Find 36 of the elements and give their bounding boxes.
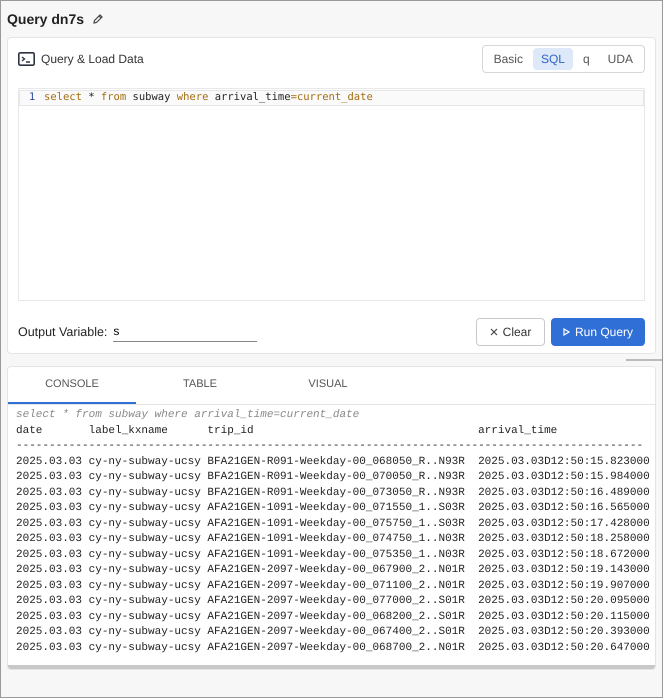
console-line: date label_kxname trip_id arrival_time: [16, 424, 558, 438]
console-line: 2025.03.03 cy-ny-subway-ucsy AFA21GEN-2097-Weekday-00_068700_2..N01R 2025.03.03D12:50:20.647000: [16, 640, 650, 656]
output-variable-input[interactable]: s: [113, 322, 258, 342]
clear-button[interactable]: Clear: [476, 318, 545, 346]
code-line: select * from subway where arrival_time=current_date: [44, 90, 373, 106]
console-line: 2025.03.03 cy-ny-subway-ucsy AFA21GEN-1091-Weekday-00_075750_1..S03R 2025.03.03D12:50:17.428000: [16, 516, 650, 532]
mode-tab[interactable]: Basic: [486, 48, 531, 70]
output-variable-label: Output Variable:: [18, 324, 108, 342]
console-line: 2025.03.03 cy-ny-subway-ucsy AFA21GEN-2097-Weekday-00_067900_2..N01R 2025.03.03D12:50:19.143000: [16, 563, 650, 578]
console-line: 2025.03.03 cy-ny-subway-ucsy AFA21GEN-2097-Weekday-00_077000_2..S01R 2025.03.03D12:50:20.095000: [16, 594, 650, 609]
console-line: 2025.03.03 cy-ny-subway-ucsy AFA21GEN-1091-Weekday-00_074750_1..N03R 2025.03.03D12:50:18.258000: [16, 532, 650, 547]
terminal-icon: [18, 52, 35, 66]
console-line: 2025.03.03 cy-ny-subway-ucsy AFA21GEN-2097-Weekday-00_071100_2..N01R 2025.03.03D12:50:19.907000: [16, 578, 650, 594]
panel-title: Query & Load Data: [41, 51, 144, 68]
console-line: 2025.03.03 cy-ny-subway-ucsy BFA21GEN-R091-Weekday-00_070050_R..N93R 2025.03.03D12:50:15.984000: [16, 470, 650, 485]
query-title: Query dn7s: [7, 10, 84, 29]
run-query-button[interactable]: Run Query: [551, 318, 645, 346]
mode-tab[interactable]: q: [574, 48, 598, 70]
results-tab[interactable]: CONSOLE: [8, 367, 136, 404]
code-editor[interactable]: 1 select * from subway where arrival_time=current_date: [18, 88, 645, 301]
console-line: 2025.03.03 cy-ny-subway-ucsy BFA21GEN-R091-Weekday-00_068050_R..N93R 2025.03.03D12:50:15.823000: [16, 454, 650, 470]
mode-tab[interactable]: UDA: [600, 48, 641, 70]
pencil-icon[interactable]: [92, 13, 104, 25]
mode-tab[interactable]: SQL: [532, 48, 573, 70]
console-line: 2025.03.03 cy-ny-subway-ucsy AFA21GEN-1091-Weekday-00_075350_1..N03R 2025.03.03D12:50:18.672000: [16, 548, 650, 562]
console-line: 2025.03.03 cy-ny-subway-ucsy AFA21GEN-2097-Weekday-00_067400_2..S01R 2025.03.03D12:50:20.393000: [16, 625, 650, 640]
line-number: 1: [28, 90, 36, 106]
console-echo: select * from subway where arrival_time=current_date: [16, 408, 360, 423]
console-line: 2025.03.03 cy-ny-subway-ucsy BFA21GEN-R091-Weekday-00_073050_R..N93R 2025.03.03D12:50:16.489000: [16, 486, 650, 500]
console-line: 2025.03.03 cy-ny-subway-ucsy AFA21GEN-1091-Weekday-00_071550_1..S03R 2025.03.03D12:50:16.565000: [16, 501, 650, 516]
results-tab[interactable]: VISUAL: [264, 367, 392, 404]
results-tab[interactable]: TABLE: [136, 367, 264, 404]
console-line: -----------------------------------------------------------------------------------------------: [16, 439, 644, 454]
close-icon: [490, 328, 498, 336]
play-icon: [562, 328, 570, 336]
console-line: 2025.03.03 cy-ny-subway-ucsy AFA21GEN-2097-Weekday-00_068200_2..S01R 2025.03.03D12:50:20.115000: [16, 610, 650, 624]
